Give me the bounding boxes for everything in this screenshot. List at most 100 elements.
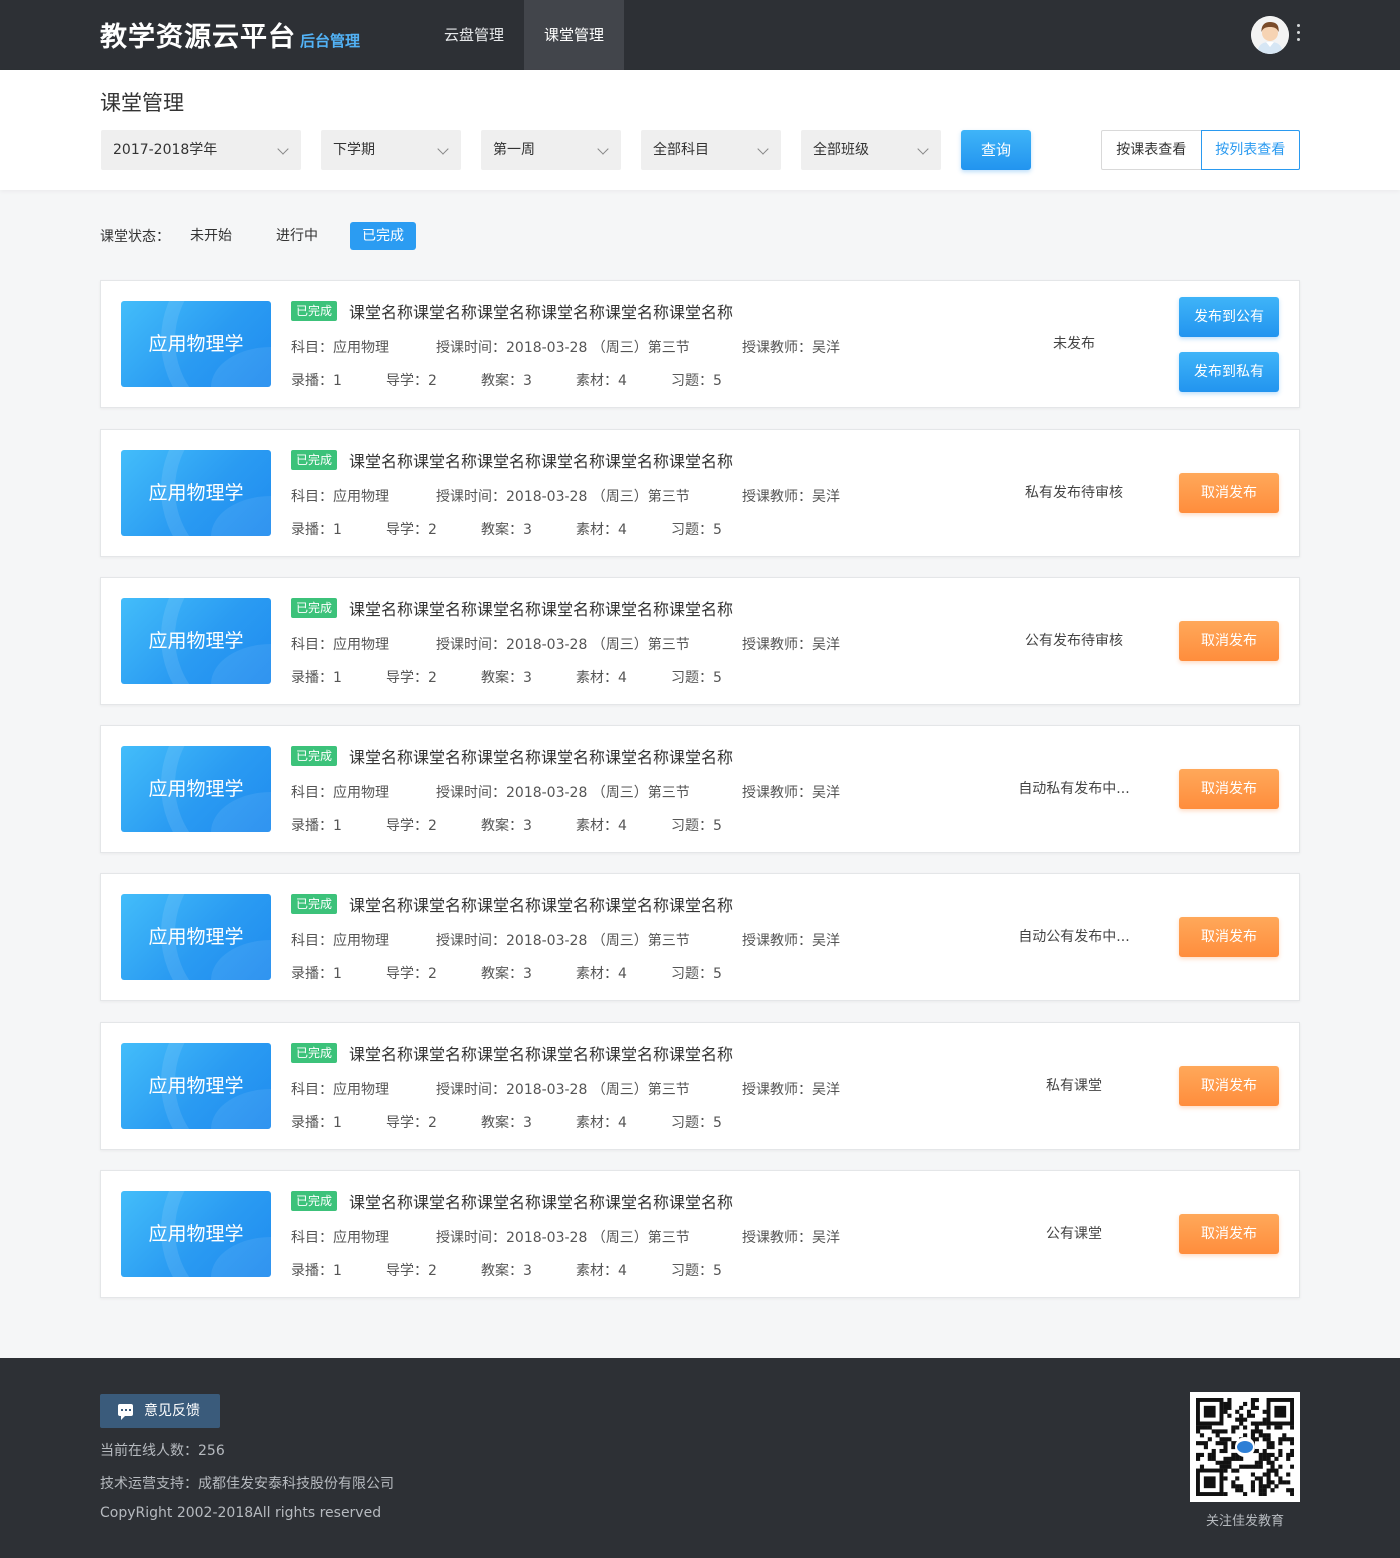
status-option-not-started[interactable]: 未开始 xyxy=(178,222,244,250)
query-button[interactable]: 查询 xyxy=(961,130,1031,170)
lesson-title[interactable]: 课堂名称课堂名称课堂名称课堂名称课堂名称课堂名称 xyxy=(349,892,733,916)
cancel-publish-button[interactable]: 取消发布 xyxy=(1179,1214,1279,1254)
qr-module xyxy=(1223,1448,1228,1454)
qr-module xyxy=(1223,1460,1228,1465)
qr-module xyxy=(1254,1437,1259,1442)
week-select[interactable]: 第一周 xyxy=(481,130,621,170)
qr-module xyxy=(1243,1433,1248,1438)
qr-module xyxy=(1266,1433,1271,1438)
cancel-publish-button[interactable]: 取消发布 xyxy=(1179,1066,1279,1106)
course-thumbnail[interactable]: 应用物理学 xyxy=(121,746,271,832)
qr-module xyxy=(1266,1445,1271,1450)
cancel-publish-button[interactable]: 取消发布 xyxy=(1179,769,1279,809)
status-badge: 已完成 xyxy=(291,746,338,766)
qr-module xyxy=(1243,1492,1248,1497)
qr-module xyxy=(1286,1472,1291,1477)
cancel-publish-button[interactable]: 取消发布 xyxy=(1179,621,1279,661)
qr-module xyxy=(1278,1441,1283,1446)
main-nav: 云盘管理 课堂管理 xyxy=(424,0,624,70)
qr-module xyxy=(1235,1409,1240,1414)
qr-module xyxy=(1246,1464,1252,1469)
course-thumbnail[interactable]: 应用物理学 xyxy=(121,598,271,684)
lesson-title[interactable]: 课堂名称课堂名称课堂名称课堂名称课堂名称课堂名称 xyxy=(349,744,733,768)
status-option-in-progress[interactable]: 进行中 xyxy=(264,222,330,250)
qr-module xyxy=(1278,1480,1283,1485)
qr-module xyxy=(1266,1425,1271,1430)
user-avatar[interactable] xyxy=(1251,16,1289,54)
publish-status: 私有课堂 xyxy=(1046,1078,1102,1094)
qr-module xyxy=(1196,1441,1201,1446)
qr-module xyxy=(1262,1452,1267,1457)
qr-module xyxy=(1219,1441,1224,1446)
filter-panel: 课堂管理 2017-2018学年 下学期 第一周 全部科目 全部班级 查询 按课… xyxy=(0,70,1400,190)
qr-module xyxy=(1235,1488,1240,1493)
qr-module xyxy=(1270,1464,1275,1469)
thumbnail-text: 应用物理学 xyxy=(148,630,244,652)
qr-module xyxy=(1215,1429,1220,1434)
publish-private-button[interactable]: 发布到私有 xyxy=(1179,352,1279,392)
status-option-completed[interactable]: 已完成 xyxy=(350,222,416,250)
qr-module xyxy=(1227,1405,1232,1410)
lesson-title[interactable]: 课堂名称课堂名称课堂名称课堂名称课堂名称课堂名称 xyxy=(349,1189,733,1213)
qr-module xyxy=(1239,1456,1244,1461)
course-thumbnail[interactable]: 应用物理学 xyxy=(121,301,271,387)
year-select[interactable]: 2017-2018学年 xyxy=(101,130,301,170)
qr-module xyxy=(1207,1456,1212,1461)
qr-finder xyxy=(1274,1405,1287,1418)
course-thumbnail[interactable]: 应用物理学 xyxy=(121,1191,271,1277)
course-thumbnail[interactable]: 应用物理学 xyxy=(121,894,271,980)
qr-module xyxy=(1223,1456,1228,1461)
chevron-down-icon xyxy=(277,143,289,155)
count-material: 素材：4 xyxy=(576,373,627,389)
qr-module xyxy=(1215,1433,1220,1438)
qr-finder xyxy=(1203,1476,1216,1489)
count-exercise: 习题：5 xyxy=(671,1115,722,1131)
qr-module xyxy=(1258,1464,1263,1469)
term-select[interactable]: 下学期 xyxy=(321,130,461,170)
status-badge: 已完成 xyxy=(291,301,338,321)
week-select-value: 第一周 xyxy=(493,142,535,158)
lesson-time: 授课时间：2018-03-28 （周三）第三节 xyxy=(436,933,690,949)
qr-module xyxy=(1207,1437,1212,1442)
lesson-title[interactable]: 课堂名称课堂名称课堂名称课堂名称课堂名称课堂名称 xyxy=(349,1041,733,1065)
qr-module xyxy=(1250,1484,1255,1489)
qr-module xyxy=(1223,1492,1228,1497)
subject-select[interactable]: 全部科目 xyxy=(641,130,781,170)
qr-module xyxy=(1199,1464,1205,1469)
qr-module xyxy=(1243,1401,1248,1407)
lesson-subject: 科目：应用物理 xyxy=(291,1230,389,1246)
qr-module xyxy=(1262,1437,1267,1442)
qr-module xyxy=(1270,1488,1275,1493)
cancel-publish-button[interactable]: 取消发布 xyxy=(1179,473,1279,513)
count-guide: 导学：2 xyxy=(386,1115,437,1131)
lesson-title[interactable]: 课堂名称课堂名称课堂名称课堂名称课堂名称课堂名称 xyxy=(349,596,733,620)
nav-item-classroom[interactable]: 课堂管理 xyxy=(524,0,624,70)
qr-module xyxy=(1207,1425,1212,1430)
chevron-down-icon xyxy=(917,143,929,155)
feedback-button[interactable]: 意见反馈 xyxy=(100,1394,220,1428)
lesson-subject: 科目：应用物理 xyxy=(291,785,389,801)
qr-module xyxy=(1278,1464,1283,1469)
nav-item-cloud-disk[interactable]: 云盘管理 xyxy=(424,0,524,70)
cancel-publish-button[interactable]: 取消发布 xyxy=(1179,917,1279,957)
lesson-subject: 科目：应用物理 xyxy=(291,1082,389,1098)
lesson-title[interactable]: 课堂名称课堂名称课堂名称课堂名称课堂名称课堂名称 xyxy=(349,299,733,323)
more-vertical-icon[interactable] xyxy=(1293,24,1303,46)
qr-module xyxy=(1266,1472,1271,1477)
lesson-card: 应用物理学 已完成 课堂名称课堂名称课堂名称课堂名称课堂名称课堂名称 科目：应用物理 授… xyxy=(100,873,1300,1001)
course-thumbnail[interactable]: 应用物理学 xyxy=(121,450,271,536)
lesson-subject: 科目：应用物理 xyxy=(291,489,389,505)
qr-module xyxy=(1250,1433,1255,1438)
publish-public-button[interactable]: 发布到公有 xyxy=(1179,297,1279,337)
qr-module xyxy=(1270,1468,1275,1473)
view-by-list-button[interactable]: 按列表查看 xyxy=(1200,130,1300,170)
view-by-schedule-button[interactable]: 按课表查看 xyxy=(1102,131,1201,169)
logo[interactable]: 教学资源云平台 后台管理 xyxy=(100,16,360,56)
thumbnail-text: 应用物理学 xyxy=(148,333,244,355)
lesson-title[interactable]: 课堂名称课堂名称课堂名称课堂名称课堂名称课堂名称 xyxy=(349,448,733,472)
status-badge: 已完成 xyxy=(291,450,338,470)
qr-module xyxy=(1290,1488,1295,1493)
class-select[interactable]: 全部班级 xyxy=(801,130,941,170)
qr-module xyxy=(1278,1476,1283,1481)
course-thumbnail[interactable]: 应用物理学 xyxy=(121,1043,271,1129)
